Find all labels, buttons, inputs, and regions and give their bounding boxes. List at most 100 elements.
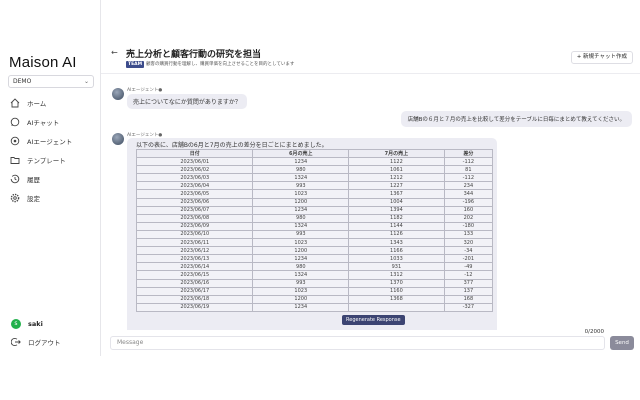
table-cell: 2023/06/04 xyxy=(135,181,254,191)
table-cell: 1367 xyxy=(348,189,445,199)
table-cell: 931 xyxy=(348,262,445,272)
column-header: 差分 xyxy=(443,148,494,159)
regenerate-response-button[interactable]: Regenerate Response xyxy=(342,315,405,325)
table-cell: 2023/06/01 xyxy=(135,157,254,167)
table-cell: 1126 xyxy=(348,229,445,240)
table-cell: 1234 xyxy=(252,157,350,167)
table-cell: -201 xyxy=(443,254,494,264)
sidebar-item-label: 履歴 xyxy=(27,176,40,184)
table-cell: 2023/06/06 xyxy=(135,197,254,207)
sidebar: Maison AI DEMO ⌄ ホーム AIチャット AIエージェント テンプ… xyxy=(0,0,101,356)
table-cell: -34 xyxy=(443,246,494,256)
table-cell: 2023/06/07 xyxy=(135,205,254,215)
table-cell: 2023/06/16 xyxy=(135,278,254,288)
table-cell: -112 xyxy=(443,173,494,183)
table-row: 2023/06/09 1324 1144 -180 xyxy=(135,221,494,231)
table-cell: 320 xyxy=(443,238,494,248)
table-row: 2023/06/14 980 931 -49 xyxy=(135,262,494,272)
sidebar-item-ai-agent[interactable]: AIエージェント xyxy=(10,134,72,148)
table-cell: 2023/06/10 xyxy=(135,229,254,240)
table-body: 2023/06/01 1234 1122 -112 2023/06/02 980 1061 8… xyxy=(135,157,494,312)
chat-icon xyxy=(10,117,20,127)
table-cell: 1312 xyxy=(348,270,445,280)
send-button[interactable]: Send xyxy=(610,336,634,350)
sidebar-item-history[interactable]: 履歴 xyxy=(10,172,40,186)
table-cell: 137 xyxy=(443,286,494,296)
table-cell: 2023/06/02 xyxy=(135,165,254,175)
logout-label: ログアウト xyxy=(28,339,61,347)
table-cell: 2023/06/13 xyxy=(135,254,254,264)
sidebar-item-templates[interactable]: テンプレート xyxy=(10,153,66,167)
column-header: 7月の売上 xyxy=(348,148,445,159)
table-row: 2023/06/13 1234 1033 -201 xyxy=(135,254,494,264)
sidebar-item-ai-chat[interactable]: AIチャット xyxy=(10,115,59,129)
table-cell: 81 xyxy=(443,165,494,175)
table-cell: 2023/06/19 xyxy=(135,302,254,312)
table-row: 2023/06/01 1234 1122 -112 xyxy=(135,157,494,167)
table-cell: 1370 xyxy=(348,278,445,288)
table-cell: 202 xyxy=(443,213,494,223)
table-cell: -112 xyxy=(443,157,494,167)
table-cell: 1200 xyxy=(252,294,350,304)
table-cell: 1023 xyxy=(252,238,350,248)
table-row: 2023/06/08 980 1182 202 xyxy=(135,213,494,223)
table-cell: 1144 xyxy=(348,221,445,231)
sidebar-item-label: テンプレート xyxy=(27,157,66,165)
team-badge: TEAM xyxy=(126,61,145,68)
table-cell: -12 xyxy=(443,270,494,280)
message-input[interactable]: Message xyxy=(110,336,605,350)
table-row: 2023/06/11 1023 1343 320 xyxy=(135,238,494,248)
sidebar-item-label: 設定 xyxy=(27,195,40,203)
table-cell: 1166 xyxy=(348,246,445,256)
back-arrow-icon[interactable]: ← xyxy=(111,48,118,57)
char-counter: 0/2000 xyxy=(584,329,604,335)
table-cell: 168 xyxy=(443,294,494,304)
table-cell: 1160 xyxy=(348,286,445,296)
table-cell: -180 xyxy=(443,221,494,231)
sidebar-item-home[interactable]: ホーム xyxy=(10,96,46,110)
table-cell: 980 xyxy=(252,262,350,272)
workspace-select[interactable]: DEMO ⌄ xyxy=(8,75,94,88)
table-header-row: 日付 6月の売上 7月の売上 差分 xyxy=(135,148,494,159)
table-cell: 993 xyxy=(252,229,350,240)
user-profile[interactable]: s saki xyxy=(11,319,43,329)
chevron-down-icon: ⌄ xyxy=(83,78,89,85)
table-row: 2023/06/18 1200 1368 168 xyxy=(135,294,494,304)
table-cell: 2023/06/12 xyxy=(135,246,254,256)
answer-intro: 以下の表に、店舗Bの6月と7月の売上の差分を日ごとにまとめました。 xyxy=(136,142,328,149)
table-cell: 2023/06/09 xyxy=(135,221,254,231)
table-cell: 2023/06/05 xyxy=(135,189,254,199)
table-cell xyxy=(348,302,445,312)
page-subtitle: 顧客の購買行動を理解し、購買単価を向上させることを目的としています xyxy=(146,62,295,67)
table-cell: 2023/06/08 xyxy=(135,213,254,223)
table-row: 2023/06/17 1023 1160 137 xyxy=(135,286,494,296)
table-row: 2023/06/10 993 1126 133 xyxy=(135,229,494,240)
table-row: 2023/06/15 1324 1312 -12 xyxy=(135,270,494,280)
table-cell: -49 xyxy=(443,262,494,272)
history-icon xyxy=(10,174,20,184)
table-row: 2023/06/07 1234 1394 160 xyxy=(135,205,494,215)
user-message-text: 店舗Bの６月と７月の売上を比較して差分をテーブルに日毎にまとめて教えてください。 xyxy=(407,117,625,123)
table-cell: 1200 xyxy=(252,246,350,256)
table-row: 2023/06/03 1324 1212 -112 xyxy=(135,173,494,183)
logout-button[interactable]: ログアウト xyxy=(11,337,61,347)
new-chat-button[interactable]: + 新規チャット作成 xyxy=(570,51,633,64)
table-cell: 1234 xyxy=(252,205,350,215)
avatar: s xyxy=(11,319,21,329)
table-cell: 2023/06/03 xyxy=(135,173,254,183)
table-row: 2023/06/02 980 1061 81 xyxy=(135,165,494,175)
table-cell: 1023 xyxy=(252,286,350,296)
user-name: saki xyxy=(28,320,43,328)
table-cell: 993 xyxy=(252,278,350,288)
table-cell: 1182 xyxy=(348,213,445,223)
agent-name: AIエージェント● xyxy=(127,88,163,93)
folder-icon xyxy=(10,157,20,164)
sidebar-item-settings[interactable]: 設定 xyxy=(10,191,40,205)
workspace-label: DEMO xyxy=(13,78,32,85)
page-title: 売上分析と顧客行動の研究を担当 xyxy=(126,50,262,60)
chat-thread: AIエージェント● 売上についてなにか質問がありますか？ 店舗Bの６月と７月の売… xyxy=(101,75,640,330)
sales-diff-table: 日付 6月の売上 7月の売上 差分 2023/06/01 1234 1122 -112… xyxy=(135,148,494,312)
table-cell: 1122 xyxy=(348,157,445,167)
agent-icon xyxy=(10,136,20,146)
table-cell: 1227 xyxy=(348,181,445,191)
